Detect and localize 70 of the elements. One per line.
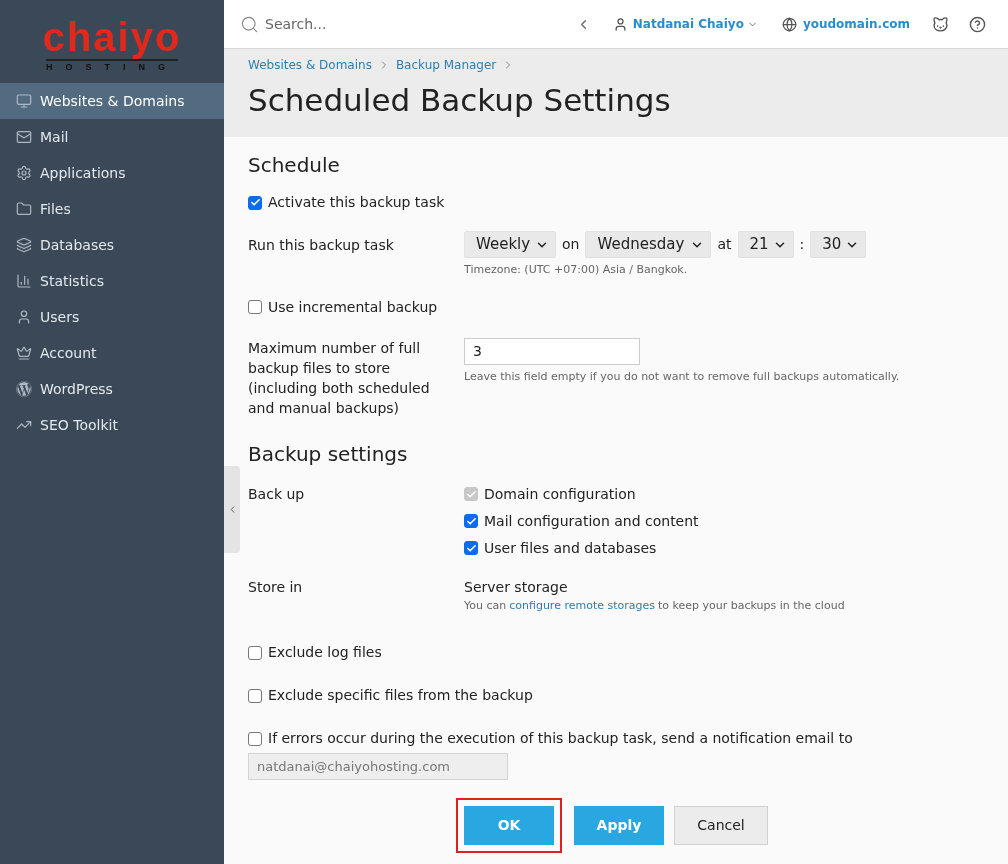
domain-link[interactable]: youdomain.com bbox=[802, 15, 910, 33]
sidebar-item[interactable]: Databases bbox=[0, 227, 224, 263]
monitor-icon bbox=[16, 93, 32, 109]
sidebar-item[interactable]: Websites & Domains bbox=[0, 83, 224, 119]
checkbox[interactable] bbox=[248, 195, 262, 210]
sidebar-item[interactable]: Mail bbox=[0, 119, 224, 155]
sidebar-item[interactable]: Account bbox=[0, 335, 224, 371]
checkbox-label: User files and databases bbox=[484, 538, 657, 558]
sidebar-item[interactable]: WordPress bbox=[0, 371, 224, 407]
logo-wordmark: chaiyo bbox=[42, 16, 182, 57]
logo-tagline: HOSTING bbox=[46, 58, 178, 73]
mail-icon bbox=[16, 129, 32, 145]
user-icon bbox=[612, 16, 628, 32]
checkbox[interactable] bbox=[248, 300, 262, 314]
hint-text: You can bbox=[464, 597, 507, 614]
field-label: Run this backup task bbox=[248, 236, 395, 255]
crown-icon bbox=[16, 345, 32, 361]
day-select[interactable]: Wednesday bbox=[585, 231, 712, 258]
page-title: Scheduled Backup Settings bbox=[248, 81, 672, 120]
minute-select[interactable]: 30 bbox=[810, 231, 867, 258]
field-label: Back up bbox=[248, 484, 306, 504]
checkbox-label: Mail configuration and content bbox=[484, 511, 699, 531]
sidebar-item[interactable]: Applications bbox=[0, 155, 224, 191]
checkbox-label: Domain configuration bbox=[484, 484, 636, 504]
bar-chart-icon bbox=[16, 273, 32, 289]
user-icon bbox=[16, 309, 32, 325]
breadcrumb-link[interactable]: Websites & Domains bbox=[248, 56, 372, 74]
wordpress-icon bbox=[16, 381, 32, 397]
checkbox[interactable] bbox=[464, 541, 478, 555]
configure-link[interactable]: configure remote storages bbox=[509, 597, 655, 614]
section-heading: Schedule bbox=[248, 152, 341, 179]
field-hint: Leave this field empty if you do not want to remove full backups automatically. bbox=[464, 368, 900, 385]
connector-text: on bbox=[561, 235, 581, 254]
checkbox-label: Activate this backup task bbox=[268, 193, 445, 212]
checkbox[interactable] bbox=[248, 645, 262, 660]
help-icon[interactable] bbox=[969, 15, 986, 33]
email-field[interactable]: natdanai@chaiyohosting.com bbox=[248, 753, 508, 780]
cat-icon[interactable] bbox=[932, 15, 949, 33]
sidebar-item[interactable]: SEO Toolkit bbox=[0, 407, 224, 443]
checkbox-label: Exclude log files bbox=[268, 643, 382, 662]
breadcrumb-link[interactable]: Backup Manager bbox=[395, 56, 497, 74]
field-label: Maximum number of full backup files to store (including both scheduled and manual backups) bbox=[248, 338, 431, 418]
collapse-handle[interactable] bbox=[224, 466, 240, 553]
section-heading: Backup settings bbox=[248, 440, 409, 468]
sidebar-item[interactable]: Users bbox=[0, 299, 224, 335]
layers-icon bbox=[16, 237, 32, 253]
hint-text: to keep your backups in the cloud bbox=[658, 597, 845, 614]
search-field[interactable]: Search... bbox=[265, 13, 465, 35]
connector-text: at bbox=[716, 235, 733, 254]
checkbox-label: If errors occur during the execution of this backup task, send a notification email to bbox=[268, 729, 853, 748]
input-field[interactable]: 3 bbox=[464, 337, 640, 365]
timezone-hint: Timezone: (UTC +07:00) Asia / Bangkok. bbox=[464, 262, 689, 278]
checkbox[interactable] bbox=[464, 514, 478, 528]
checkbox-label: Exclude specific files from the backup bbox=[268, 686, 533, 705]
checkbox-label: Use incremental backup bbox=[268, 297, 438, 317]
user-menu[interactable]: Natdanai Chaiyo bbox=[632, 15, 744, 33]
hour-select[interactable]: 21 bbox=[737, 231, 794, 258]
search-icon bbox=[240, 14, 259, 34]
sidebar-item[interactable]: Files bbox=[0, 191, 224, 227]
storage-value: Server storage bbox=[464, 577, 569, 597]
globe-icon bbox=[781, 16, 797, 32]
action-button[interactable]: Cancel bbox=[674, 806, 768, 845]
checkbox[interactable] bbox=[248, 731, 262, 746]
gear-icon bbox=[16, 165, 32, 181]
folder-icon bbox=[16, 201, 32, 217]
frequency-select[interactable]: Weekly bbox=[464, 231, 556, 258]
field-label: Store in bbox=[248, 577, 304, 597]
checkbox[interactable] bbox=[248, 688, 262, 703]
sidebar-item[interactable]: Statistics bbox=[0, 263, 224, 299]
colon-text: : bbox=[798, 235, 806, 254]
